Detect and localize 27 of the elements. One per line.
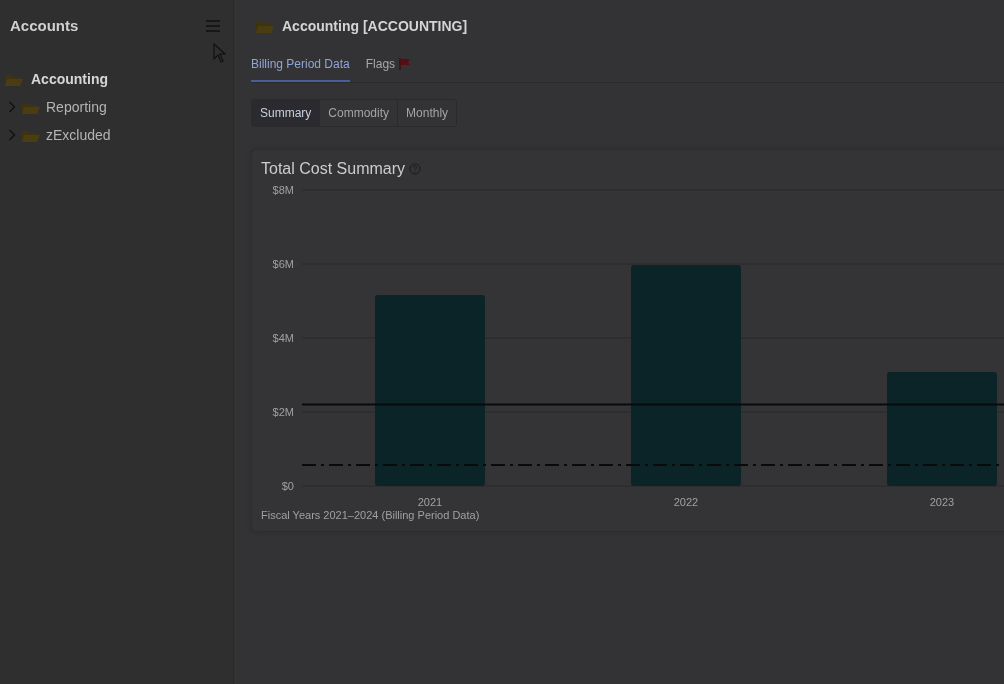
axis-tick-label: $0 [281,480,294,492]
tab[interactable]: Billing Period Data [251,52,350,82]
chevron-icon[interactable] [8,129,16,141]
axis-tick-label: $8M [272,184,294,196]
folder-icon [22,128,40,142]
page-title: Accounting [ACCOUNTING] [282,18,468,34]
flag-icon [399,58,411,70]
chart-caption: Fiscal Years 2021–2024 (Billing Period Data) [261,509,481,521]
card-title: Total Cost Summary [261,160,406,178]
axis-tick-label: $4M [272,332,294,344]
sidebar-title: Accounts [10,17,79,34]
tree-item[interactable]: Accounting [0,65,233,93]
folder-icon [5,72,23,86]
tree-item[interactable]: Reporting [0,93,233,121]
view-toggle-button[interactable]: Summary [252,100,321,126]
axis-tick-label: $6M [272,258,294,270]
chevron-icon[interactable] [8,101,16,113]
tree-item[interactable]: zExcluded [0,121,233,149]
axis-tick-label: 2023 [929,496,955,508]
menu-icon[interactable] [206,19,220,32]
axis-tick-label: $2M [272,406,294,418]
axis-tick-label: 2021 [417,496,443,508]
pointer-icon [213,43,226,63]
folder-icon [256,19,274,33]
axis-tick-label: 2022 [673,496,699,508]
folder-icon [22,100,40,114]
tab[interactable]: Flags [365,52,411,82]
